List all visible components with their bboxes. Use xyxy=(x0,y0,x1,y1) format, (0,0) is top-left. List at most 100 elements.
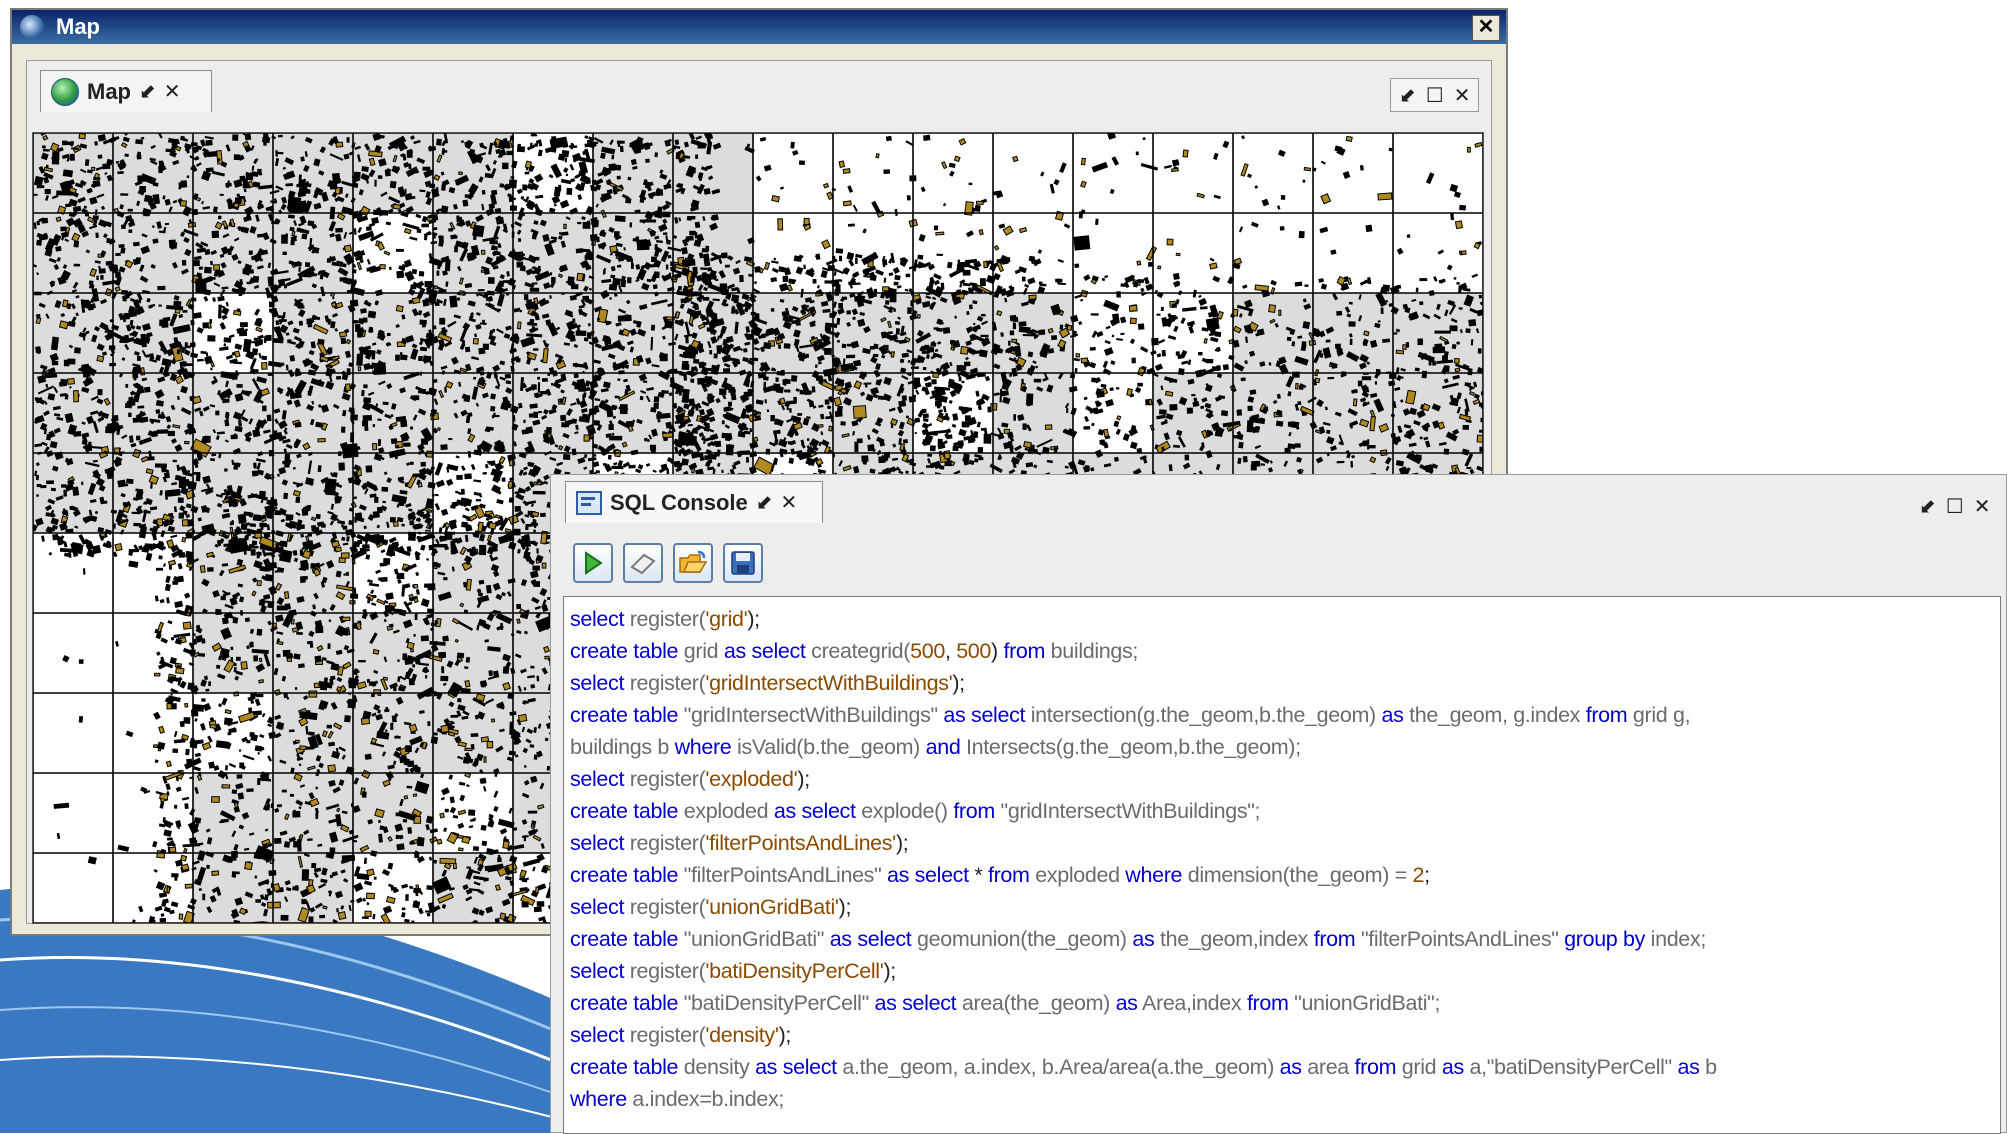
building-outline xyxy=(366,465,373,472)
building-outline xyxy=(631,258,633,264)
building-outline xyxy=(232,134,238,141)
building-outline xyxy=(158,414,165,419)
building-outline xyxy=(330,847,336,852)
map-panel-controls: ⬋ ☐ ✕ xyxy=(1390,78,1479,112)
building-outline xyxy=(388,863,394,870)
building-polygon xyxy=(241,662,247,670)
building-outline xyxy=(33,194,37,196)
building-outline xyxy=(473,479,481,482)
building-outline xyxy=(156,791,164,795)
building-outline xyxy=(294,442,298,448)
minimize-icon[interactable]: ⬋ xyxy=(1399,83,1416,107)
building-outline xyxy=(206,865,210,869)
building-outline xyxy=(549,295,551,299)
building-outline xyxy=(431,736,438,744)
map-window-close-button[interactable]: ✕ xyxy=(1472,15,1500,41)
building-outline xyxy=(217,540,222,545)
building-outline xyxy=(251,549,256,555)
building-outline xyxy=(691,203,699,210)
building-outline xyxy=(361,390,365,396)
building-outline xyxy=(678,346,684,349)
building-polygon xyxy=(440,813,445,818)
building-outline xyxy=(240,322,248,327)
building-outline xyxy=(95,233,98,239)
building-outline xyxy=(504,836,506,840)
building-outline xyxy=(450,796,455,803)
building-polygon xyxy=(536,887,539,893)
building-outline xyxy=(535,195,543,199)
building-outline xyxy=(478,348,485,355)
building-outline xyxy=(185,749,190,755)
building-outline xyxy=(628,465,635,469)
map-window-titlebar[interactable]: Map ✕ xyxy=(12,10,1506,44)
building-outline xyxy=(618,315,632,322)
building-outline xyxy=(106,238,110,243)
building-polygon xyxy=(532,512,539,517)
close-icon[interactable]: ✕ xyxy=(1454,83,1471,107)
building-outline xyxy=(51,488,56,492)
building-outline xyxy=(174,731,178,737)
building-outline xyxy=(100,275,103,280)
building-outline xyxy=(159,161,164,167)
building-outline xyxy=(565,158,567,163)
building-outline xyxy=(537,901,545,907)
building-outline xyxy=(284,841,290,848)
building-outline xyxy=(187,470,190,473)
building-outline xyxy=(410,426,413,429)
building-outline xyxy=(400,420,407,427)
building-outline xyxy=(570,145,577,148)
building-outline xyxy=(207,736,213,743)
building-polygon xyxy=(222,785,230,788)
building-outline xyxy=(354,228,357,235)
building-outline xyxy=(517,189,523,195)
building-outline xyxy=(663,232,667,235)
building-outline xyxy=(402,907,406,910)
building-polygon xyxy=(159,726,165,733)
tab-close-icon[interactable]: ✕ xyxy=(164,79,181,104)
building-outline xyxy=(126,479,133,484)
building-polygon xyxy=(462,836,470,843)
building-outline xyxy=(365,554,370,560)
building-outline xyxy=(457,652,464,658)
building-outline xyxy=(174,601,183,608)
building-outline xyxy=(285,183,293,186)
building-outline xyxy=(410,462,414,465)
tab-map[interactable]: Map ⬋ ✕ xyxy=(40,70,212,112)
building-outline xyxy=(233,463,238,470)
building-outline xyxy=(500,465,504,467)
building-outline xyxy=(493,806,498,812)
building-outline xyxy=(245,535,249,540)
building-outline xyxy=(294,262,302,266)
building-outline xyxy=(668,255,672,259)
building-outline xyxy=(395,355,400,361)
building-outline xyxy=(222,617,229,624)
building-outline xyxy=(557,355,561,357)
building-polygon xyxy=(202,742,210,749)
building-outline xyxy=(617,378,620,381)
building-outline xyxy=(629,222,632,227)
building-outline xyxy=(695,222,701,229)
building-outline xyxy=(392,715,397,722)
building-outline xyxy=(415,572,419,576)
building-polygon xyxy=(60,321,69,329)
building-outline xyxy=(197,359,204,362)
building-polygon xyxy=(295,740,299,743)
building-outline xyxy=(533,412,538,418)
building-outline xyxy=(465,507,470,511)
building-outline xyxy=(614,165,621,171)
building-outline xyxy=(402,222,419,230)
building-outline xyxy=(230,522,234,525)
building-polygon xyxy=(68,378,75,384)
building-polygon xyxy=(73,391,78,402)
building-outline xyxy=(409,678,415,685)
building-outline xyxy=(305,262,310,267)
building-outline xyxy=(280,541,288,547)
building-outline xyxy=(620,404,628,414)
building-outline xyxy=(255,698,261,706)
maximize-icon[interactable]: ☐ xyxy=(1426,83,1444,107)
pin-icon[interactable]: ⬋ xyxy=(139,79,156,104)
building-outline xyxy=(473,846,479,851)
building-outline xyxy=(119,244,125,248)
building-outline xyxy=(73,431,81,437)
building-outline xyxy=(93,215,99,220)
